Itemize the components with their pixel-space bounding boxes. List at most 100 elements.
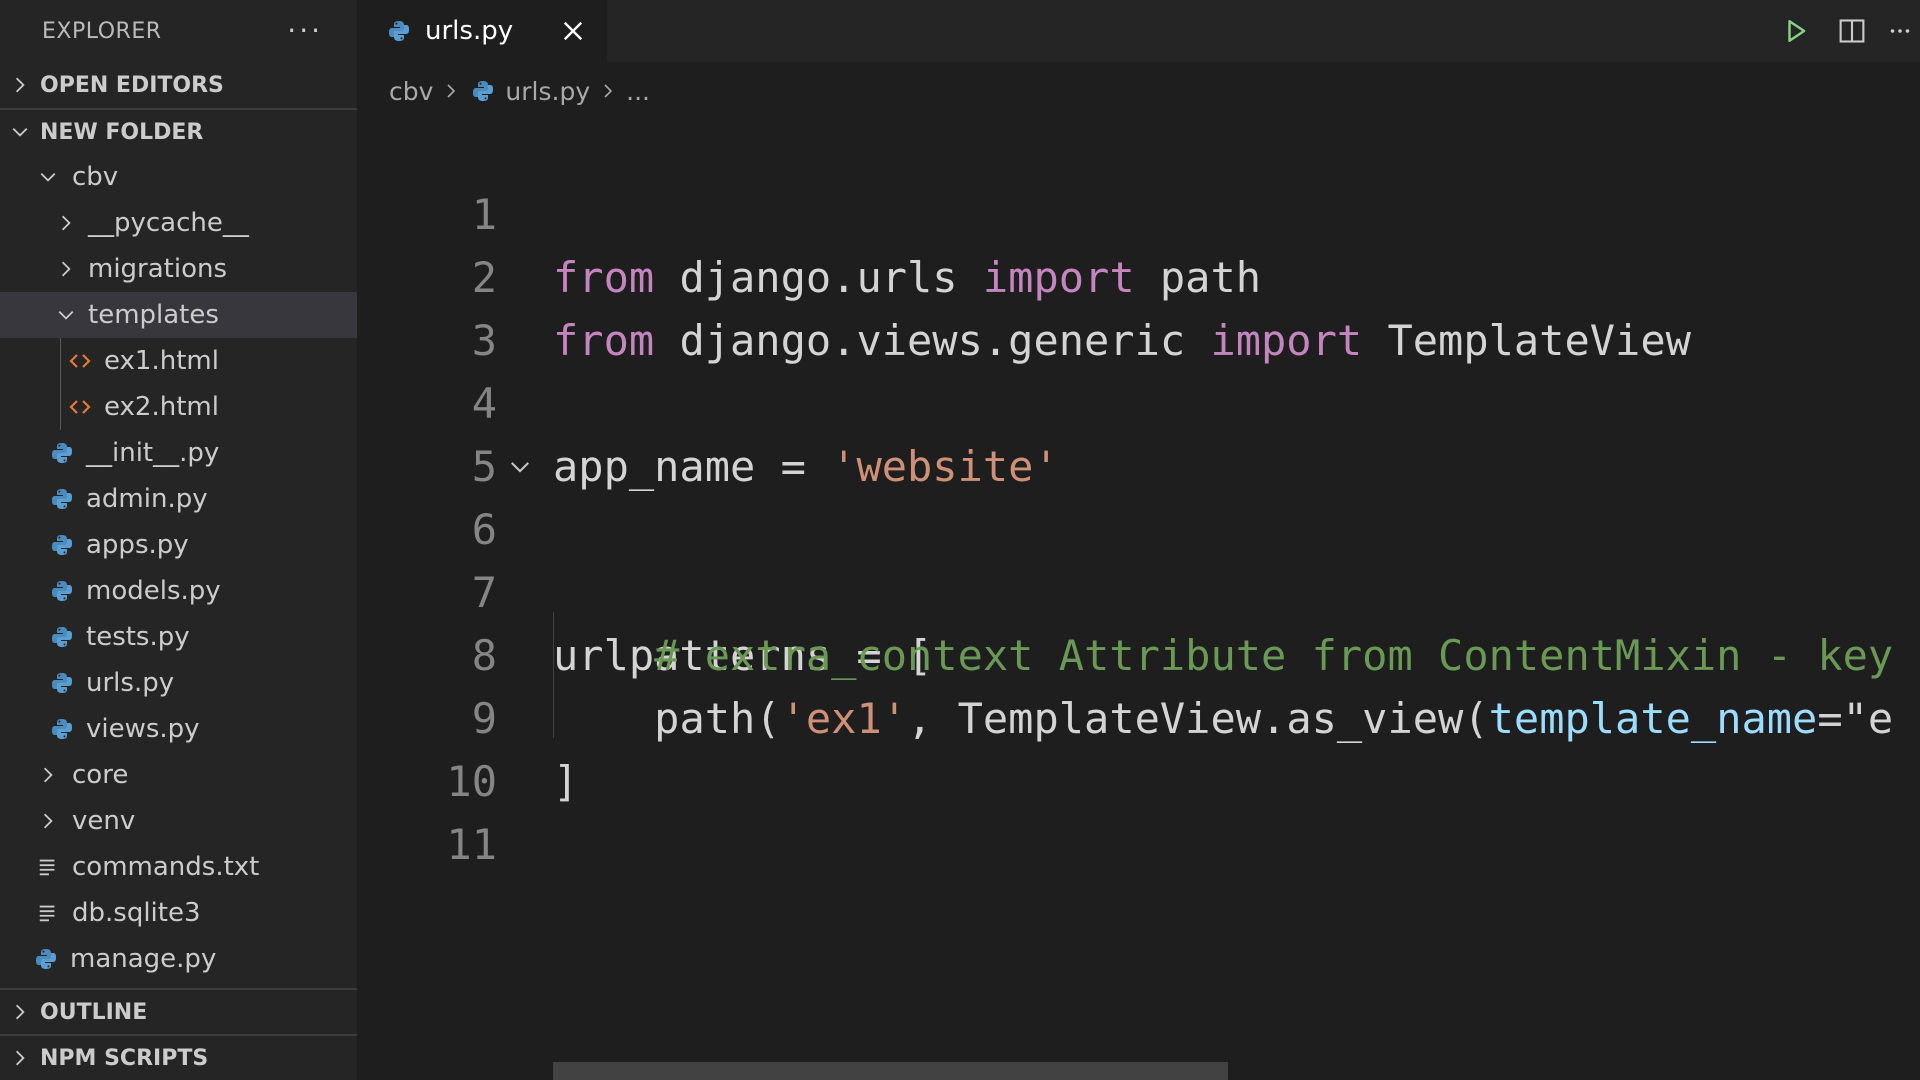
explorer-title: EXPLORER [42,18,162,44]
tree-item-tests-py[interactable]: tests.py [0,614,357,660]
tree-item-label: admin.py [86,484,208,514]
breadcrumb-file[interactable]: urls.py [505,77,590,106]
tree-item-manage-py[interactable]: manage.py [0,936,357,982]
code-line[interactable]: 3 [357,246,1920,365]
section-npm-scripts-label: NPM SCRIPTS [40,1045,209,1071]
section-open-editors-label: OPEN EDITORS [40,72,224,98]
tree-item-label: migrations [88,254,228,284]
tree-item-label: ex2.html [104,392,219,422]
chevron-right-icon [0,76,40,94]
chevron-down-icon [34,168,62,186]
more-actions-icon[interactable] [1880,19,1920,43]
chevron-down-icon [52,306,80,324]
breadcrumb-symbols[interactable]: ... [626,77,650,106]
section-new-folder-label: NEW FOLDER [40,119,204,145]
section-outline[interactable]: OUTLINE [0,988,357,1034]
chevron-right-icon [0,1003,40,1021]
code-line[interactable]: 2 from django.views.generic import Templ… [357,183,1920,365]
section-open-editors[interactable]: OPEN EDITORS [0,62,357,108]
tree-item-label: models.py [86,576,221,606]
tab-label: urls.py [425,16,514,46]
split-editor-icon[interactable] [1824,17,1880,45]
section-new-folder[interactable]: NEW FOLDER [0,108,357,154]
tree-item-migrations[interactable]: migrations [0,246,357,292]
tree-item-cbv[interactable]: cbv [0,154,357,200]
tree-item-label: __pycache__ [88,208,249,238]
chevron-right-icon [600,83,616,99]
line-number: 11 [446,820,497,869]
tree-item-apps-py[interactable]: apps.py [0,522,357,568]
fold-chevron-down-icon[interactable] [509,435,531,498]
code-editor[interactable]: 1 from django.urls import path 2 from dj… [357,120,1920,869]
tree-item-pycache[interactable]: __pycache__ [0,200,357,246]
tree-item-label: apps.py [86,530,189,560]
python-file-icon [48,669,76,697]
tree-item-urls-py[interactable]: urls.py [0,660,357,706]
tree-item-ex2-html[interactable]: ex2.html [0,384,357,430]
text-file-icon [34,899,62,927]
code-line[interactable]: 9 ] [357,624,1920,806]
tree-item-label: views.py [86,714,200,744]
sidebar-bottom-sections: OUTLINE NPM SCRIPTS [0,988,357,1080]
html-file-icon [66,347,94,375]
tree-item-label: ex1.html [104,346,219,376]
chevron-right-icon [34,812,62,830]
code-line[interactable]: 8 path('ex1', TemplateView.as_view(templ… [357,561,1920,743]
tree-item-views-py[interactable]: views.py [0,706,357,752]
tree-item-admin-py[interactable]: admin.py [0,476,357,522]
chevron-right-icon [0,1049,40,1067]
tab-urls-py[interactable]: urls.py [357,0,607,62]
tree-item-venv[interactable]: venv [0,798,357,844]
tree-item-label: db.sqlite3 [72,898,201,928]
python-file-icon [385,17,413,45]
explorer-more-icon[interactable]: ··· [287,17,323,45]
tab-bar: urls.py [357,0,1920,62]
tree-item-label: cbv [72,162,119,192]
run-icon[interactable] [1768,18,1824,44]
python-file-icon [48,623,76,651]
indent-guide [60,384,61,430]
python-file-icon [48,715,76,743]
chevron-right-icon [34,766,62,784]
code-line[interactable]: 11 [357,750,1920,869]
tree-item-commands-txt[interactable]: commands.txt [0,844,357,890]
code-line[interactable]: 7 # extra_context Attribute from Content… [357,498,1920,680]
python-file-icon [48,577,76,605]
python-file-icon [48,485,76,513]
code-line[interactable]: 6 urlpatterns = [ [357,435,1920,680]
python-file-icon [48,439,76,467]
horizontal-scrollbar[interactable] [553,1062,1228,1080]
text-file-icon [34,853,62,881]
tree-item-core[interactable]: core [0,752,357,798]
code-line[interactable]: 4 app_name = 'website' [357,309,1920,491]
python-file-icon [469,77,497,105]
tree-item-templates[interactable]: templates [0,292,357,338]
tree-item-models-py[interactable]: models.py [0,568,357,614]
section-outline-label: OUTLINE [40,999,148,1025]
tree-item-label: tests.py [86,622,190,652]
code-line[interactable]: 10 [357,687,1920,806]
close-icon[interactable] [561,19,585,43]
indent-guide [60,338,61,384]
tree-item-label: core [72,760,129,790]
html-file-icon [66,393,94,421]
code-line[interactable]: 1 from django.urls import path [357,120,1920,302]
tree-item-init-py[interactable]: __init__.py [0,430,357,476]
chevron-right-icon [52,214,80,232]
chevron-right-icon [443,83,459,99]
breadcrumb-folder[interactable]: cbv [389,77,433,106]
tree-item-label: __init__.py [86,438,220,468]
tree-item-db-sqlite3[interactable]: db.sqlite3 [0,890,357,936]
chevron-down-icon [0,123,40,141]
tree-item-label: templates [88,300,219,330]
section-npm-scripts[interactable]: NPM SCRIPTS [0,1034,357,1080]
explorer-sidebar: EXPLORER ··· OPEN EDITORS NEW FOLDER cbv… [0,0,357,1080]
code-line[interactable]: 5 [357,372,1920,491]
tree-item-label: urls.py [86,668,175,698]
tree-item-ex1-html[interactable]: ex1.html [0,338,357,384]
chevron-right-icon [52,260,80,278]
editor-actions [1768,0,1920,62]
editor-group: urls.py cbv urls.py ... 1 from django.ur… [357,0,1920,1080]
tree-item-label: commands.txt [72,852,260,882]
python-file-icon [32,945,60,973]
